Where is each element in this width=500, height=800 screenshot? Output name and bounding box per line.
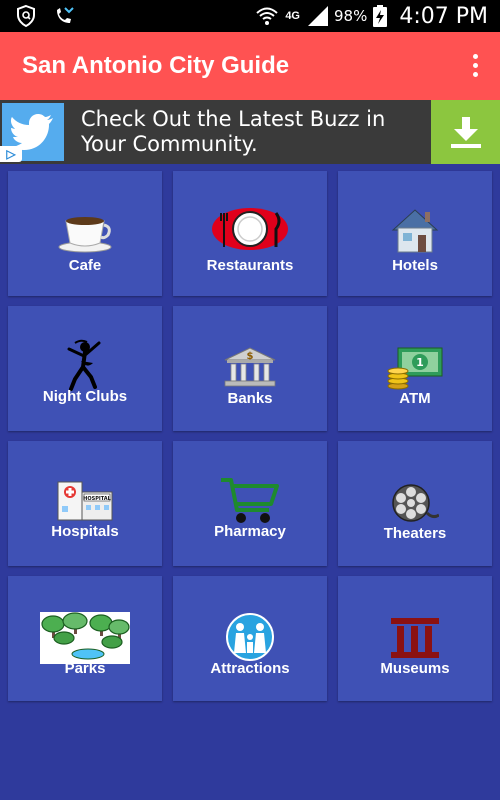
category-label: Night Clubs — [42, 388, 128, 405]
ad-text: Check Out the Latest Buzz in Your Commun… — [81, 107, 386, 156]
category-label: ATM — [399, 390, 431, 407]
museum-columns-icon — [391, 618, 439, 658]
house-icon — [391, 209, 439, 253]
download-icon — [450, 117, 481, 148]
ad-banner[interactable]: Check Out the Latest Buzz in Your Commun… — [0, 100, 500, 164]
page-title: San Antonio City Guide — [22, 52, 290, 79]
category-tile-atm[interactable]: 1 ATM — [338, 306, 492, 431]
app-bar: San Antonio City Guide — [0, 32, 500, 100]
category-tile-attractions[interactable]: Attractions — [173, 576, 327, 701]
overflow-menu-icon[interactable] — [470, 54, 480, 80]
clock: 4:07 PM — [399, 3, 488, 29]
category-tile-museums[interactable]: Museums — [338, 576, 492, 701]
category-label: Banks — [227, 390, 273, 407]
dancer-icon — [67, 339, 101, 391]
category-tile-night-clubs[interactable]: Night Clubs — [8, 306, 162, 431]
category-tile-banks[interactable]: $ Banks — [173, 306, 327, 431]
category-label: Parks — [64, 660, 106, 677]
category-tile-parks[interactable]: Parks — [8, 576, 162, 701]
shield-search-icon — [17, 4, 35, 28]
network-type: 4G — [285, 10, 300, 22]
category-label: Pharmacy — [214, 523, 286, 540]
family-icon — [226, 613, 274, 661]
park-trees-icon — [40, 612, 130, 664]
hospital-icon: HOSPITAL — [57, 481, 113, 521]
category-label: Cafe — [68, 257, 102, 274]
signal-icon — [308, 6, 328, 26]
plate-cutlery-icon — [212, 208, 288, 250]
shopping-cart-icon — [221, 478, 279, 523]
category-label: Restaurants — [206, 257, 294, 274]
category-label: Attractions — [210, 660, 290, 677]
svg-text:1: 1 — [416, 356, 424, 369]
download-button[interactable] — [431, 100, 500, 164]
category-tile-hospitals[interactable]: HOSPITAL Hospitals — [8, 441, 162, 566]
film-reel-icon — [392, 484, 439, 522]
category-tile-cafe[interactable]: Cafe — [8, 171, 162, 296]
category-tile-theaters[interactable]: Theaters — [338, 441, 492, 566]
category-tile-hotels[interactable]: Hotels — [338, 171, 492, 296]
missed-call-icon — [57, 7, 74, 23]
category-label: Theaters — [383, 525, 447, 542]
category-label: Hotels — [392, 257, 438, 274]
coffee-cup-icon — [58, 217, 112, 253]
bank-icon: $ — [224, 347, 276, 387]
battery-percent: 98% — [334, 7, 368, 25]
category-tile-restaurants[interactable]: Restaurants — [173, 171, 327, 296]
category-label: Hospitals — [51, 523, 119, 540]
category-tile-pharmacy[interactable]: Pharmacy — [173, 441, 327, 566]
cash-coins-icon: 1 — [387, 347, 443, 390]
svg-text:HOSPITAL: HOSPITAL — [83, 496, 111, 502]
wifi-icon — [256, 7, 278, 25]
battery-charging-icon — [373, 5, 388, 27]
status-bar: 4G 98% 4:07 PM — [0, 0, 500, 32]
category-label: Museums — [380, 660, 450, 677]
adchoices-icon[interactable]: ▷ — [0, 146, 22, 162]
